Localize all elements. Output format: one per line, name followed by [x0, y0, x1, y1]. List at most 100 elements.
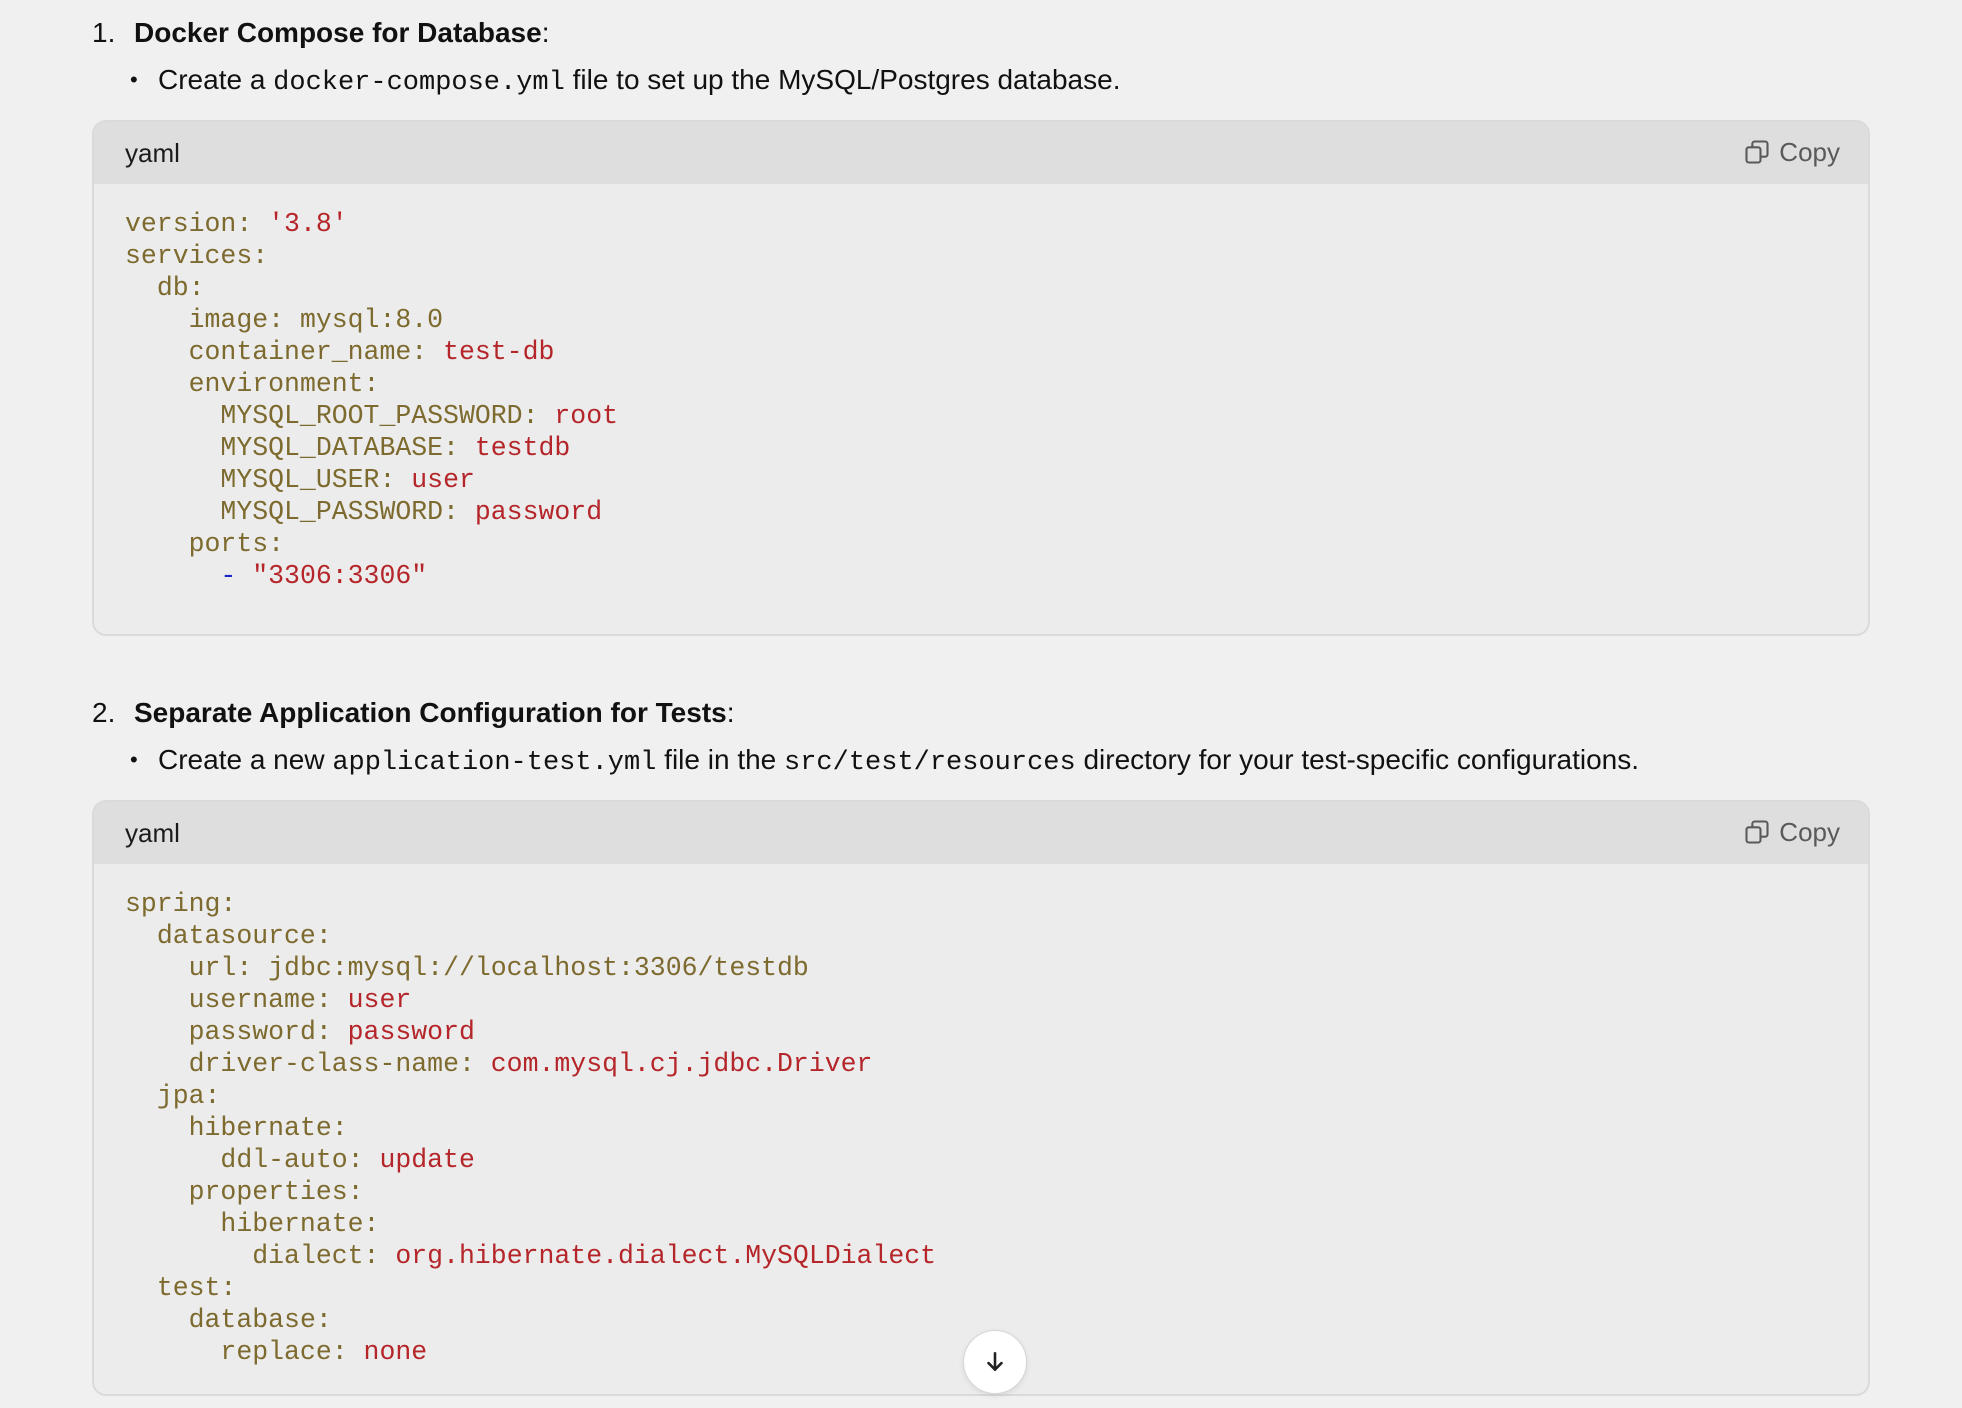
code-block-header: yaml Copy	[94, 802, 1868, 864]
code-line: image: mysql:8.0	[125, 304, 1837, 336]
code-value: user	[331, 985, 412, 1015]
copy-icon	[1745, 140, 1769, 164]
code-value: user	[395, 465, 475, 495]
section-title: Separate Application Configuration for T…	[134, 697, 727, 728]
bullet-text: file in the	[656, 744, 785, 775]
code-line: hibernate:	[125, 1208, 1837, 1240]
code-line: spring:	[125, 888, 1837, 920]
code-line: MYSQL_PASSWORD: password	[125, 496, 1837, 528]
code-line: MYSQL_DATABASE: testdb	[125, 432, 1837, 464]
bullet-dot: •	[130, 747, 138, 772]
code-key: jpa:	[156, 1081, 221, 1111]
code-line: url: jdbc:mysql://localhost:3306/testdb	[125, 952, 1837, 984]
code-line: database:	[125, 1304, 1837, 1336]
code-value: org.hibernate.dialect.MySQLDialect	[379, 1241, 937, 1271]
code-value: password	[331, 1017, 475, 1047]
code-line: container_name: test-db	[125, 336, 1837, 368]
code-line: driver-class-name: com.mysql.cj.jdbc.Dri…	[125, 1048, 1837, 1080]
code-key: url: jdbc:mysql://localhost:3306/testdb	[188, 953, 809, 983]
list-item: • Create a new application-test.yml file …	[130, 743, 1639, 780]
code-key: MYSQL_USER:	[220, 465, 396, 495]
code-key: database:	[188, 1305, 332, 1335]
inline-code: docker-compose.yml	[273, 68, 565, 98]
code-line: - "3306:3306"	[125, 560, 1837, 592]
code-line: username: user	[125, 984, 1837, 1016]
code-value: '3.8'	[252, 209, 348, 239]
code-key: dialect:	[252, 1241, 380, 1271]
code-line: datasource:	[125, 920, 1837, 952]
inline-code: application-test.yml	[332, 748, 657, 778]
code-key: test:	[156, 1273, 237, 1303]
code-key: ports:	[188, 529, 285, 559]
code-value: "3306:3306"	[236, 561, 428, 591]
code-key: container_name:	[188, 337, 428, 367]
copy-button[interactable]: Copy	[1743, 134, 1840, 170]
code-value: com.mysql.cj.jdbc.Driver	[474, 1049, 873, 1079]
code-key: spring:	[125, 889, 237, 919]
code-key: db:	[156, 273, 205, 303]
code-key: ddl-auto:	[220, 1145, 364, 1175]
code-value: update	[363, 1145, 475, 1175]
code-language-label: yaml	[125, 138, 180, 168]
code-language-label: yaml	[125, 818, 180, 848]
code-key: replace:	[220, 1337, 348, 1367]
code-line: jpa:	[125, 1080, 1837, 1112]
code-key: hibernate:	[220, 1209, 380, 1239]
section-title: Docker Compose for Database	[134, 17, 542, 48]
code-punct: -	[220, 561, 237, 591]
code-line: ddl-auto: update	[125, 1144, 1837, 1176]
code-key: driver-class-name:	[188, 1049, 475, 1079]
code-key: image: mysql:8.0	[188, 305, 444, 335]
bullet-text: Create a new	[158, 744, 333, 775]
copy-icon	[1745, 820, 1769, 844]
section-heading: 1. Docker Compose for Database:	[92, 16, 549, 50]
list-item: • Create a docker-compose.yml file to set…	[130, 63, 1120, 100]
list-number: 2.	[92, 697, 116, 728]
inline-code: src/test/resources	[784, 748, 1076, 778]
code-content: version: '3.8' services: db: image: mysql…	[94, 184, 1868, 612]
code-key: MYSQL_ROOT_PASSWORD:	[220, 401, 539, 431]
arrow-down-icon	[987, 1352, 1003, 1371]
code-line: environment:	[125, 368, 1837, 400]
bullet-text: Create a	[158, 64, 274, 95]
code-key: hibernate:	[188, 1113, 348, 1143]
code-line: MYSQL_ROOT_PASSWORD: root	[125, 400, 1837, 432]
bullet-text: file to set up the MySQL/Postgres databa…	[564, 64, 1121, 95]
bullet-dot: •	[130, 67, 138, 92]
code-key: password:	[188, 1017, 332, 1047]
list-number: 1.	[92, 17, 116, 48]
code-key: properties:	[188, 1177, 364, 1207]
code-block: yaml Copy spring: datasource: url: jdbc:…	[92, 800, 1870, 1396]
code-line: dialect: org.hibernate.dialect.MySQLDial…	[125, 1240, 1837, 1272]
code-line: hibernate:	[125, 1112, 1837, 1144]
code-value: password	[458, 497, 603, 527]
code-line: MYSQL_USER: user	[125, 464, 1837, 496]
code-key: MYSQL_DATABASE:	[220, 433, 459, 463]
copy-label: Copy	[1779, 816, 1840, 847]
scroll-down-button[interactable]	[963, 1330, 1027, 1394]
code-value: root	[538, 401, 618, 431]
copy-label: Copy	[1779, 136, 1840, 167]
code-value: test-db	[427, 337, 555, 367]
code-value: none	[347, 1337, 428, 1367]
code-line: properties:	[125, 1176, 1837, 1208]
title-suffix: :	[726, 697, 735, 728]
code-key: services:	[125, 241, 269, 271]
code-value: testdb	[458, 433, 571, 463]
bullet-text: directory for your test-specific configu…	[1075, 744, 1640, 775]
code-block: yaml Copy version: '3.8' services: db: im…	[92, 120, 1870, 636]
title-suffix: :	[541, 17, 550, 48]
code-line: test:	[125, 1272, 1837, 1304]
code-line: version: '3.8'	[125, 208, 1837, 240]
code-line: db:	[125, 272, 1837, 304]
code-key: datasource:	[156, 921, 332, 951]
section-heading: 2. Separate Application Configuration for…	[92, 696, 735, 730]
code-line: services:	[125, 240, 1837, 272]
code-key: version:	[125, 209, 253, 239]
code-key: username:	[188, 985, 332, 1015]
copy-button[interactable]: Copy	[1743, 814, 1840, 850]
code-key: MYSQL_PASSWORD:	[220, 497, 459, 527]
code-content: spring: datasource: url: jdbc:mysql://lo…	[94, 864, 1868, 1388]
code-key: environment:	[188, 369, 380, 399]
code-line: ports:	[125, 528, 1837, 560]
